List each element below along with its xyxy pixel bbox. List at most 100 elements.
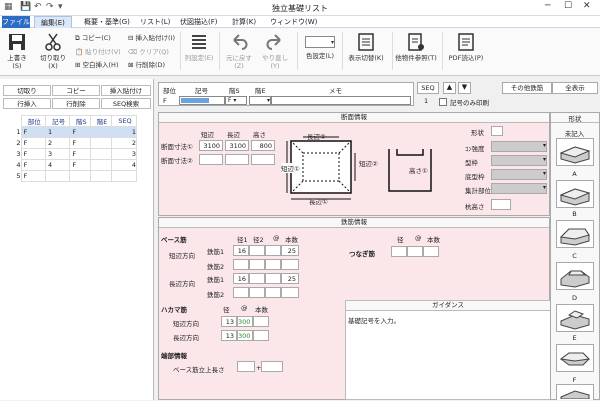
col-header[interactable]: SEQ: [110, 115, 138, 127]
count-input[interactable]: [281, 259, 299, 270]
col-header[interactable]: 記号: [44, 115, 71, 127]
minimize-icon[interactable]: ─: [545, 1, 550, 11]
cell[interactable]: [90, 148, 112, 160]
blank-insert-button[interactable]: ⊞ 空白挿入(H): [75, 59, 118, 69]
height-2-input[interactable]: [251, 154, 275, 165]
summary-part-select[interactable]: ▾: [491, 183, 547, 194]
cell[interactable]: 2: [110, 137, 138, 149]
diam2-input[interactable]: [249, 273, 265, 284]
bottom-formwork-select[interactable]: ▾: [491, 169, 547, 180]
overwrite-button[interactable]: 上書き(S): [4, 32, 30, 70]
shape-field[interactable]: [491, 126, 503, 136]
shape-b-option[interactable]: [556, 220, 594, 248]
shape-f-option[interactable]: [556, 384, 594, 400]
cell[interactable]: F: [69, 159, 92, 171]
tie-pitch-input[interactable]: [407, 246, 423, 257]
row-delete-left-button[interactable]: 行削除: [52, 98, 100, 109]
cell[interactable]: 4: [44, 159, 71, 171]
shape-d-option[interactable]: [556, 304, 594, 332]
pitch-input[interactable]: [265, 245, 281, 256]
tie-diam-input[interactable]: [391, 246, 407, 257]
diam2-input[interactable]: [249, 259, 265, 270]
long-side-input[interactable]: 3100: [225, 140, 249, 151]
diam-input[interactable]: 16: [233, 245, 249, 256]
shape-unset-option[interactable]: [556, 138, 594, 166]
seq-up-icon[interactable]: ▲: [443, 82, 456, 94]
floor-start-select[interactable]: F ▾: [225, 96, 247, 105]
concrete-select[interactable]: ▾: [491, 141, 547, 152]
formwork-select[interactable]: ▾: [491, 155, 547, 166]
copy-button[interactable]: ⧉ コピー(C): [75, 32, 111, 43]
pitch-input[interactable]: [265, 287, 281, 298]
close-icon[interactable]: ✕: [583, 1, 591, 11]
insert-paste-button[interactable]: ⊟ 挿入貼付け(I): [128, 32, 175, 42]
hakama-diam-input[interactable]: 13: [221, 316, 237, 327]
cell[interactable]: F: [20, 170, 46, 182]
long-side-2-input[interactable]: [225, 154, 249, 165]
memo-field[interactable]: [271, 96, 411, 105]
other-ref-button[interactable]: 他物件参照(T): [394, 32, 438, 62]
menu-list[interactable]: リスト(L): [140, 17, 170, 27]
cell[interactable]: F: [20, 137, 46, 149]
cell[interactable]: 1: [110, 126, 138, 138]
cell[interactable]: [90, 170, 112, 182]
height-input[interactable]: 800: [251, 140, 275, 151]
color-dropdown[interactable]: ▾: [305, 36, 335, 48]
insert-paste-row-button[interactable]: 挿入貼付け: [101, 85, 151, 96]
short-side-input[interactable]: 3100: [199, 140, 223, 151]
count-input[interactable]: [281, 287, 299, 298]
pdf-load-button[interactable]: PDF読込(P): [446, 32, 486, 62]
diam-input[interactable]: [233, 287, 249, 298]
base-length-add-input[interactable]: [261, 361, 283, 372]
maximize-icon[interactable]: ☐: [564, 1, 572, 11]
shape-c-option[interactable]: [556, 262, 594, 290]
cell[interactable]: F: [20, 126, 46, 138]
table-row[interactable]: 1 F1F1: [3, 126, 138, 138]
cell[interactable]: F: [20, 159, 46, 171]
menu-edit[interactable]: 編集(E): [34, 16, 72, 28]
table-row[interactable]: 5 F: [3, 170, 138, 182]
show-all-button[interactable]: 全表示: [552, 82, 598, 94]
menu-overview[interactable]: 概要・基準(G): [84, 17, 130, 27]
print-checkbox[interactable]: [439, 98, 447, 106]
menu-calc[interactable]: 計算(K): [232, 17, 256, 27]
cell[interactable]: F: [20, 148, 46, 160]
menu-plan[interactable]: 伏図描込(F): [180, 17, 218, 27]
cell[interactable]: 3: [110, 148, 138, 160]
file-tab[interactable]: ファイル: [2, 16, 30, 28]
shape-e-option[interactable]: [556, 344, 594, 372]
cell[interactable]: [90, 137, 112, 149]
copy-row-button[interactable]: コピー: [52, 85, 100, 96]
col-header[interactable]: 階E: [90, 115, 112, 127]
cut-button[interactable]: 切り取り(X): [36, 32, 70, 70]
undo-button[interactable]: 元に戻す(Z): [222, 32, 256, 70]
cell[interactable]: F: [69, 148, 92, 160]
hakama-count-input[interactable]: [253, 316, 269, 327]
seq-search-button[interactable]: SEQ検索: [101, 98, 151, 109]
diam2-input[interactable]: [249, 287, 265, 298]
hakama-count-input[interactable]: [253, 330, 269, 341]
display-switch-button[interactable]: 表示切替(K): [346, 32, 386, 62]
pile-height-input[interactable]: [491, 199, 511, 210]
clear-button[interactable]: ⌫ クリア(Q): [128, 46, 169, 56]
count-input[interactable]: 25: [281, 245, 299, 256]
cell[interactable]: [90, 159, 112, 171]
cell[interactable]: 3: [44, 148, 71, 160]
cell[interactable]: [90, 126, 112, 138]
floor-end-select[interactable]: ▾: [249, 96, 271, 105]
paste-button[interactable]: 📋 貼り付け(V): [75, 46, 121, 56]
menu-window[interactable]: ウィンドウ(W): [270, 17, 317, 27]
shape-a-option[interactable]: [556, 180, 594, 208]
col-header[interactable]: 階S: [69, 115, 92, 127]
col-config-button[interactable]: 列設定(E): [184, 32, 214, 62]
color-setting-button[interactable]: ▾ 色設定(L): [302, 32, 338, 60]
tie-count-input[interactable]: [423, 246, 439, 257]
cell[interactable]: F: [69, 126, 92, 138]
symbol-field[interactable]: [179, 96, 225, 105]
row-insert-button[interactable]: 行挿入: [3, 98, 51, 109]
diam-input[interactable]: 16: [233, 273, 249, 284]
cut-row-button[interactable]: 切取り: [3, 85, 51, 96]
seq-down-icon[interactable]: ▼: [458, 82, 471, 94]
diam2-input[interactable]: [249, 245, 265, 256]
redo-button[interactable]: やり直し(Y): [258, 32, 292, 70]
